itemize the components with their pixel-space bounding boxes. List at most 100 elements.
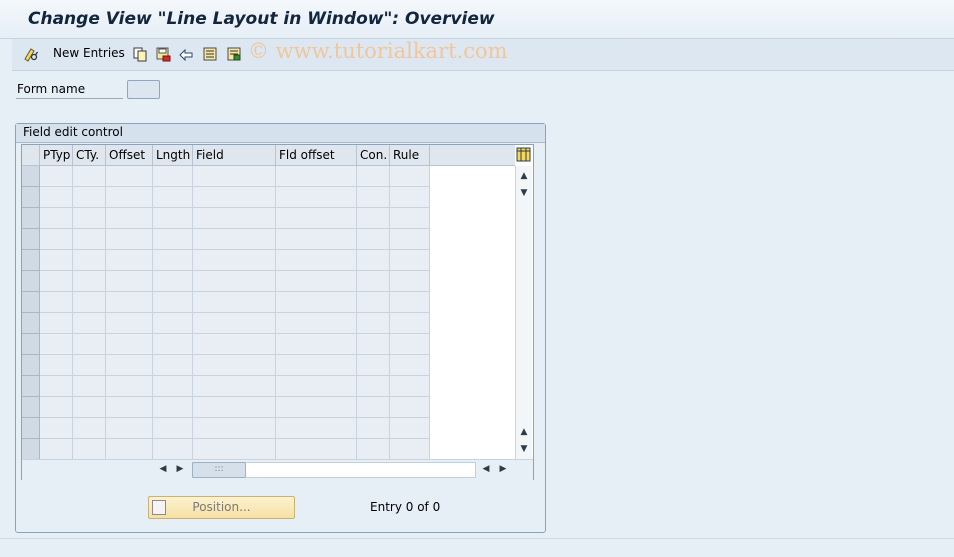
table-cell[interactable] [193, 229, 276, 250]
table-cell[interactable] [357, 355, 390, 376]
table-cell[interactable] [40, 376, 73, 397]
row-selector[interactable] [22, 229, 40, 250]
row-selector[interactable] [22, 187, 40, 208]
table-cell[interactable] [153, 418, 193, 439]
table-cell[interactable] [153, 397, 193, 418]
table-cell[interactable] [357, 208, 390, 229]
table-cell[interactable] [193, 250, 276, 271]
table-cell[interactable] [106, 187, 153, 208]
table-cell[interactable] [357, 292, 390, 313]
column-header-offset[interactable]: Offset [106, 145, 153, 166]
table-cell[interactable] [153, 250, 193, 271]
table-cell[interactable] [73, 313, 106, 334]
table-cell[interactable] [106, 250, 153, 271]
table-cell[interactable] [40, 313, 73, 334]
table-cell[interactable] [73, 418, 106, 439]
table-cell[interactable] [390, 250, 430, 271]
table-cell[interactable] [73, 250, 106, 271]
row-selector[interactable] [22, 397, 40, 418]
table-cell[interactable] [390, 418, 430, 439]
table-cell[interactable] [357, 418, 390, 439]
table-cell[interactable] [73, 271, 106, 292]
table-cell[interactable] [390, 355, 430, 376]
table-cell[interactable] [390, 271, 430, 292]
row-selector[interactable] [22, 355, 40, 376]
table-cell[interactable] [153, 166, 193, 187]
table-cell[interactable] [40, 208, 73, 229]
table-cell[interactable] [73, 208, 106, 229]
row-selector[interactable] [22, 292, 40, 313]
table-cell[interactable] [390, 229, 430, 250]
table-cell[interactable] [153, 229, 193, 250]
table-cell[interactable] [106, 292, 153, 313]
table-cell[interactable] [153, 313, 193, 334]
select-block-icon[interactable] [202, 46, 218, 62]
table-cell[interactable] [40, 229, 73, 250]
table-cell[interactable] [357, 334, 390, 355]
table-cell[interactable] [106, 355, 153, 376]
table-cell[interactable] [153, 292, 193, 313]
table-cell[interactable] [106, 376, 153, 397]
table-cell[interactable] [276, 376, 357, 397]
horizontal-scrollbar[interactable]: ◀ ▶ ::: ◀ ▶ [22, 459, 533, 480]
table-cell[interactable] [193, 313, 276, 334]
table-cell[interactable] [276, 208, 357, 229]
row-selector[interactable] [22, 376, 40, 397]
table-cell[interactable] [193, 439, 276, 460]
table-cell[interactable] [390, 187, 430, 208]
table-cell[interactable] [390, 166, 430, 187]
vertical-scrollbar[interactable]: ▲ ▼ ▲ ▼ [515, 166, 532, 459]
table-cell[interactable] [390, 208, 430, 229]
table-cell[interactable] [357, 229, 390, 250]
table-cell[interactable] [40, 397, 73, 418]
column-header-fld-offset[interactable]: Fld offset [276, 145, 357, 166]
table-cell[interactable] [276, 250, 357, 271]
position-button[interactable]: Position... [148, 496, 295, 519]
table-cell[interactable] [276, 292, 357, 313]
scroll-right-end-icon[interactable]: ▶ [496, 462, 510, 476]
table-cell[interactable] [106, 397, 153, 418]
column-header-lngth[interactable]: Lngth [153, 145, 193, 166]
copy-icon[interactable] [132, 46, 148, 62]
table-cell[interactable] [193, 208, 276, 229]
table-cell[interactable] [106, 229, 153, 250]
column-header-ptyp[interactable]: PTyp [40, 145, 73, 166]
table-cell[interactable] [390, 397, 430, 418]
new-entries-button[interactable]: New Entries [53, 46, 125, 60]
table-cell[interactable] [357, 376, 390, 397]
table-cell[interactable] [357, 187, 390, 208]
table-cell[interactable] [390, 292, 430, 313]
row-selector[interactable] [22, 208, 40, 229]
edit-glasses-icon[interactable] [23, 46, 39, 62]
table-cell[interactable] [193, 397, 276, 418]
table-cell[interactable] [276, 271, 357, 292]
row-selector[interactable] [22, 250, 40, 271]
table-cell[interactable] [193, 166, 276, 187]
table-cell[interactable] [40, 334, 73, 355]
table-cell[interactable] [193, 271, 276, 292]
table-cell[interactable] [276, 397, 357, 418]
table-cell[interactable] [153, 208, 193, 229]
table-cell[interactable] [276, 355, 357, 376]
save-red-icon[interactable] [155, 46, 171, 62]
table-cell[interactable] [73, 439, 106, 460]
form-name-input[interactable] [127, 80, 160, 99]
table-cell[interactable] [276, 187, 357, 208]
row-selector[interactable] [22, 313, 40, 334]
table-cell[interactable] [40, 418, 73, 439]
table-cell[interactable] [390, 313, 430, 334]
table-cell[interactable] [193, 355, 276, 376]
table-cell[interactable] [276, 439, 357, 460]
table-cell[interactable] [73, 397, 106, 418]
column-header-con[interactable]: Con. [357, 145, 390, 166]
table-cell[interactable] [106, 166, 153, 187]
scroll-down-icon[interactable]: ▼ [516, 185, 532, 201]
table-cell[interactable] [276, 418, 357, 439]
table-cell[interactable] [357, 439, 390, 460]
table-cell[interactable] [73, 229, 106, 250]
table-cell[interactable] [73, 376, 106, 397]
scroll-up-icon[interactable]: ▲ [516, 168, 532, 184]
table-cell[interactable] [390, 439, 430, 460]
table-cell[interactable] [73, 334, 106, 355]
deselect-icon[interactable] [226, 46, 242, 62]
